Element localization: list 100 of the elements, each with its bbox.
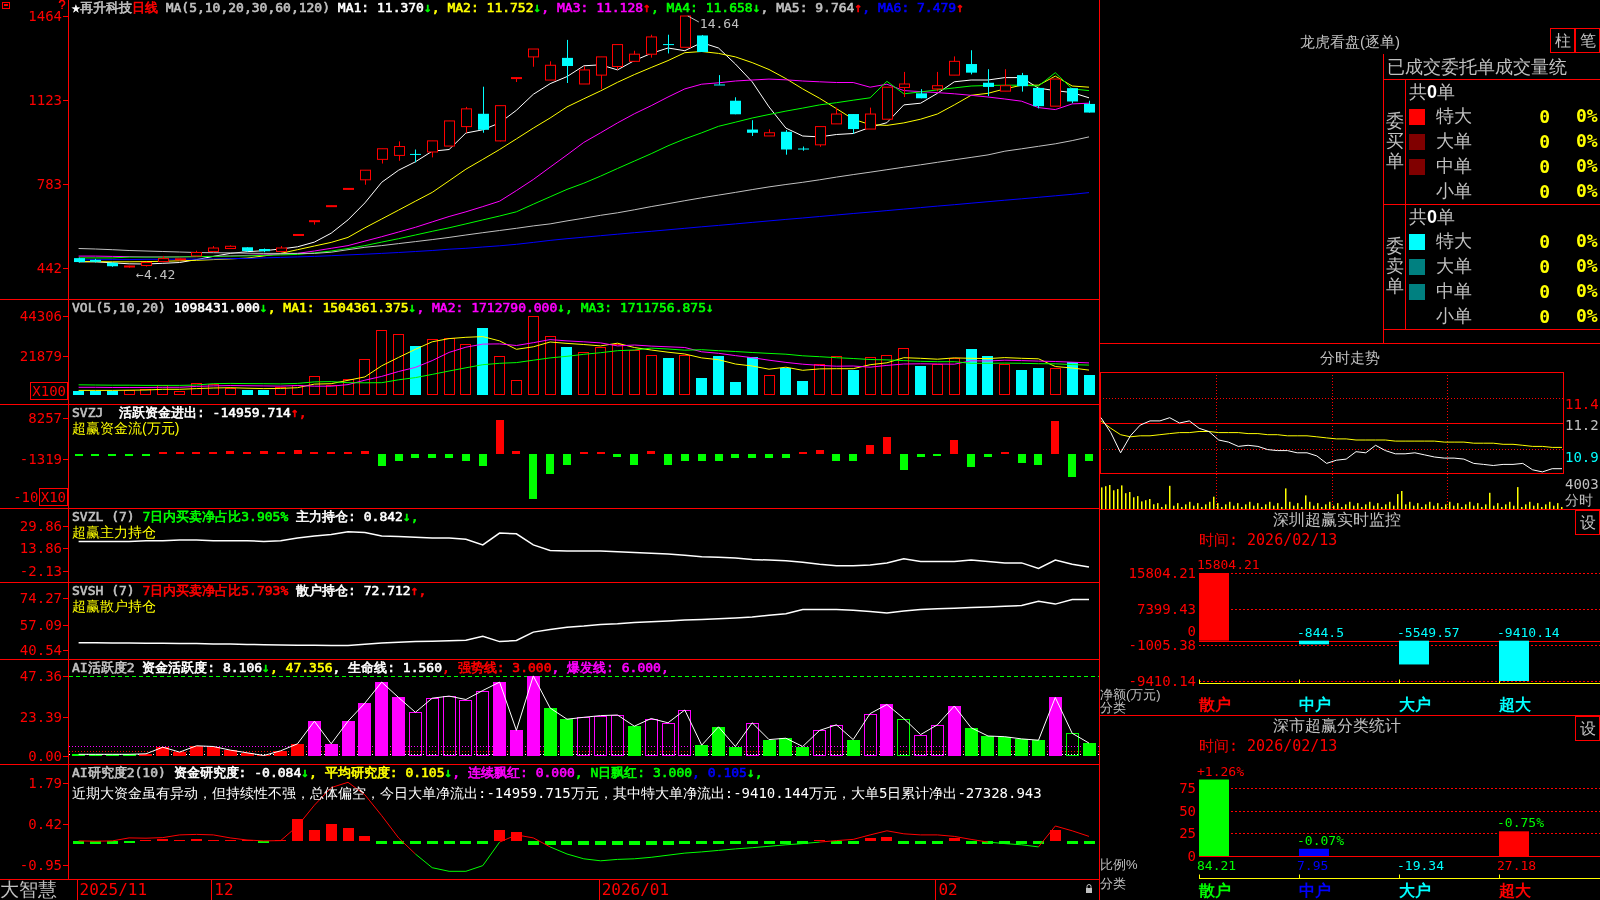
flow-bar (816, 450, 824, 454)
candle (259, 248, 270, 253)
flow-bar (1051, 421, 1059, 454)
candle (646, 34, 657, 59)
row-label: 小单 (1436, 305, 1472, 326)
candle (747, 119, 758, 137)
flow-bar (664, 454, 672, 465)
change-label: -0.75% (1497, 816, 1544, 831)
flow-bar (900, 454, 908, 470)
toggle-button[interactable]: 柱 (1550, 28, 1575, 53)
order-total: 共0单 (1409, 207, 1455, 227)
legend-text: AI研究度2(10) (72, 766, 166, 780)
settings-button[interactable]: 设 (1575, 510, 1600, 535)
legend-text: 7日内买卖净占比5.793% (141, 584, 289, 598)
window-icon[interactable] (2, 2, 10, 9)
leader-line (687, 15, 700, 23)
date-label: 2025/11 (79, 881, 148, 899)
axis-label: 7399.43 (1137, 602, 1196, 616)
axis-label: 40.54 (19, 642, 62, 659)
row-label: 大单 (1436, 130, 1472, 151)
flow-bar (647, 451, 655, 454)
value-label: -19.34 (1397, 859, 1444, 873)
axis-label: -0.95 (19, 856, 62, 873)
candle (360, 169, 371, 186)
candle (916, 88, 927, 99)
indicator-caption: 超赢资金流(万元) (72, 420, 180, 436)
axis-label: 10.9 (1565, 449, 1599, 465)
legend-text: , 爆发线: 6.000, (551, 661, 669, 675)
axis-title: 分类 (1100, 701, 1126, 714)
legend-text: , 生命线: 1.560 (332, 661, 442, 675)
candle (612, 44, 623, 70)
legend-text: , 47.356 (269, 661, 333, 675)
legend-text: ↑, (290, 406, 307, 420)
axis-label: 分时 (1565, 492, 1593, 508)
legend-text: MA1: 11.370 (336, 1, 424, 15)
axis-label: 74.27 (19, 589, 62, 606)
scale-label: X100 (30, 382, 68, 400)
axis-title: 比例% (1100, 858, 1138, 871)
category-label: 中户 (1299, 697, 1331, 713)
legend-text: ↓ (259, 301, 268, 315)
axis-label: 4003 (1565, 476, 1599, 492)
flow-bar (613, 454, 621, 457)
count-value: 0 (1539, 131, 1550, 152)
candle (444, 120, 455, 147)
candle (1000, 68, 1011, 92)
order-total: 共0单 (1409, 82, 1455, 102)
candle (764, 128, 775, 137)
count-value: 0 (1539, 306, 1550, 327)
legend-text: , 强势线: 3.000 (442, 661, 552, 675)
count-value: 0 (1539, 256, 1550, 277)
toggle-button[interactable]: 笔 (1575, 28, 1600, 53)
axis-label: 1464 (28, 8, 62, 24)
candle (191, 250, 202, 257)
panel-title: 龙虎看盘(逐单) (1300, 33, 1400, 51)
legend-text: MA(5,10,20,30,60,120) (164, 1, 330, 15)
flow-bar (462, 454, 470, 461)
candle (1050, 78, 1061, 107)
legend-text: 1098431.000 (172, 301, 260, 315)
flow-bar (294, 450, 302, 454)
legend-text: ↓ (533, 1, 542, 15)
category-label: 超大 (1499, 697, 1531, 713)
candle (410, 149, 421, 163)
flow-bar (967, 454, 975, 467)
legend-text: VOL(5,10,20) (72, 301, 166, 315)
candle (949, 55, 960, 76)
candle (966, 49, 977, 75)
legend-text: , N日飘红: 3.000 (574, 766, 693, 780)
candle (158, 255, 169, 263)
axis-label: 0 (1187, 623, 1196, 638)
indicator-caption: 超赢散户持仓 (72, 598, 156, 614)
candle (478, 86, 489, 134)
axis-title: 净额(万元) (1100, 688, 1161, 701)
flow-bar (866, 445, 874, 454)
flow-bar (765, 454, 773, 458)
axis-label: 21879 (19, 347, 62, 364)
percent-value: 0% (1576, 304, 1598, 326)
axis-label: 15804.21 (1128, 566, 1196, 580)
help-icon[interactable] (58, 0, 66, 9)
flow-bar (748, 454, 756, 458)
axis-label: 47.36 (19, 668, 62, 684)
axis-label: -9410.14 (1128, 674, 1196, 688)
row-label: 特大 (1436, 230, 1472, 251)
candle (208, 245, 219, 253)
legend-text: , MA6: 7.479 (862, 1, 957, 15)
settings-button[interactable]: 设 (1575, 716, 1600, 741)
percent-value: 0% (1576, 254, 1598, 276)
candle (831, 107, 842, 125)
category-label: 大户 (1399, 883, 1431, 899)
axis-label: 25 (1179, 826, 1196, 841)
axis-label: 44306 (19, 307, 62, 324)
flow-bar (445, 454, 453, 458)
candle (141, 261, 152, 267)
group-label: 委卖单 (1385, 237, 1404, 297)
percent-value: 0% (1576, 179, 1598, 201)
candle (528, 48, 539, 68)
candle (276, 245, 287, 253)
legend-text: ↓, (402, 510, 419, 524)
candle (461, 106, 472, 134)
candle (1017, 72, 1028, 93)
count-value: 0 (1539, 156, 1550, 177)
